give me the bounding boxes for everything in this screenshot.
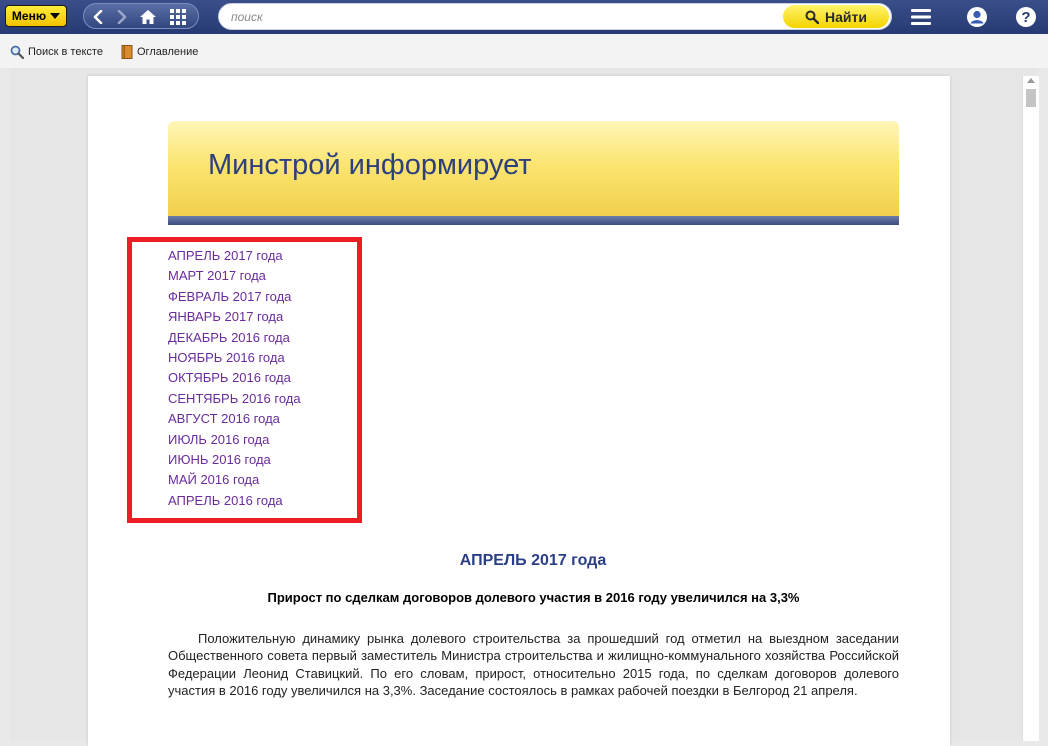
- grid-icon[interactable]: [169, 8, 187, 26]
- contents-button[interactable]: Оглавление: [121, 44, 198, 60]
- month-link[interactable]: ДЕКАБРЬ 2016 года: [168, 329, 301, 349]
- magnifier-icon: [10, 45, 24, 59]
- magnifier-icon: [805, 10, 820, 24]
- vertical-scrollbar[interactable]: [1022, 76, 1039, 741]
- banner-stripe: [168, 216, 899, 225]
- month-link[interactable]: АПРЕЛЬ 2016 года: [168, 492, 301, 512]
- month-link[interactable]: ФЕВРАЛЬ 2017 года: [168, 288, 301, 308]
- month-link[interactable]: СЕНТЯБРЬ 2016 года: [168, 390, 301, 410]
- menu-button[interactable]: Меню: [5, 5, 67, 27]
- navigation-group: [83, 3, 199, 29]
- forward-icon[interactable]: [113, 8, 131, 26]
- back-icon[interactable]: [89, 8, 107, 26]
- hamburger-menu-icon[interactable]: [909, 5, 933, 29]
- article-title: Прирост по сделкам договоров долевого уч…: [267, 590, 800, 605]
- search-in-text-button[interactable]: Поиск в тексте: [10, 44, 103, 60]
- page-title: Минстрой информирует: [208, 149, 532, 181]
- document-toolbar: Поиск в тексте Оглавление: [0, 34, 1048, 68]
- home-icon[interactable]: [139, 8, 157, 26]
- month-link[interactable]: ЯНВАРЬ 2017 года: [168, 308, 301, 328]
- top-bar: Меню Найти ?: [0, 0, 1048, 34]
- month-link[interactable]: МАРТ 2017 года: [168, 267, 301, 287]
- menu-button-label: Меню: [11, 9, 47, 23]
- contents-label: Оглавление: [137, 46, 199, 58]
- search-in-text-label: Поиск в тексте: [28, 46, 103, 58]
- header-banner: Минстрой информирует: [168, 121, 899, 216]
- scroll-up-arrow-icon[interactable]: [1027, 78, 1035, 83]
- month-link[interactable]: НОЯБРЬ 2016 года: [168, 349, 301, 369]
- search-input[interactable]: [231, 8, 771, 26]
- section-heading: АПРЕЛЬ 2017 года: [459, 552, 607, 569]
- find-button-label: Найти: [825, 8, 867, 25]
- svg-text:?: ?: [1021, 9, 1030, 26]
- month-link[interactable]: МАЙ 2016 года: [168, 471, 301, 491]
- month-link[interactable]: АВГУСТ 2016 года: [168, 410, 301, 430]
- book-icon: [121, 45, 133, 59]
- help-icon[interactable]: ?: [1014, 5, 1038, 29]
- month-link[interactable]: ОКТЯБРЬ 2016 года: [168, 369, 301, 389]
- user-icon[interactable]: [965, 5, 989, 29]
- month-link-list: АПРЕЛЬ 2017 года МАРТ 2017 года ФЕВРАЛЬ …: [168, 247, 301, 512]
- article-paragraph: Положительную динамику рынка долевого ст…: [168, 631, 899, 698]
- caret-down-icon: [50, 13, 61, 19]
- month-link[interactable]: ИЮНЬ 2016 года: [168, 451, 301, 471]
- month-link[interactable]: ИЮЛЬ 2016 года: [168, 431, 301, 451]
- month-link[interactable]: АПРЕЛЬ 2017 года: [168, 247, 301, 267]
- scrollbar-thumb[interactable]: [1026, 89, 1036, 107]
- find-button[interactable]: Найти: [783, 5, 889, 28]
